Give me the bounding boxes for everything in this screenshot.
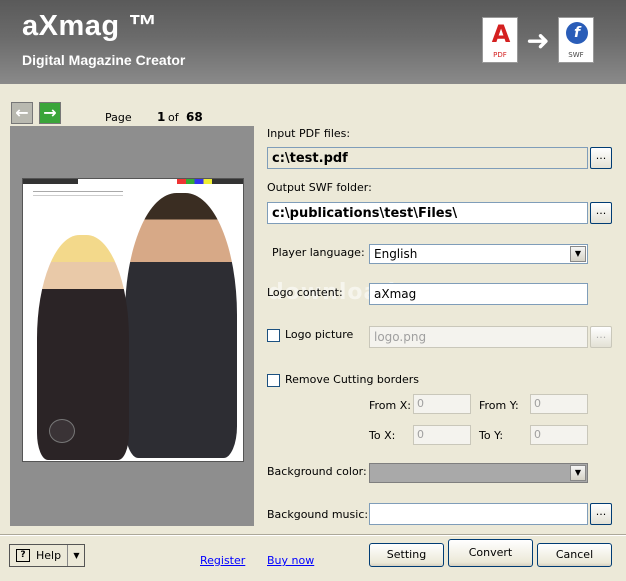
help-label: Help [36,549,62,562]
remove-cutting-checkbox[interactable] [267,374,280,387]
chevron-down-icon[interactable]: ▼ [67,545,85,566]
arrow-right-icon: ➜ [526,24,550,57]
to-y-field[interactable]: 0 [530,425,588,445]
buy-now-link[interactable]: Buy now [267,554,314,567]
from-y-field[interactable]: 0 [530,394,588,414]
logo-picture-label: Logo picture [285,328,354,341]
page-label: Page [105,111,132,124]
swf-icon-label: SWF [568,51,584,59]
from-x-field[interactable]: 0 [413,394,471,414]
swf-file-icon: f SWF [558,17,594,63]
logo-content-label: Logo content: [267,286,343,299]
logo-content-field[interactable]: aXmag [369,283,588,305]
next-page-button[interactable]: → [39,102,61,124]
remove-cutting-label: Remove Cutting borders [285,373,419,386]
background-music-label: Backgound music: [267,508,369,521]
logo-picture-field[interactable]: logo.png [369,326,588,348]
setting-button[interactable]: Setting [369,543,444,567]
to-x-label: To X: [369,429,396,442]
app-header: aXmag ™ Digital Magazine Creator A PDF ➜… [0,0,626,84]
page-thumbnail [22,178,244,462]
thumbnail-figure-man [125,193,237,458]
cancel-button[interactable]: Cancel [537,543,612,567]
background-music-browse-button[interactable]: ... [590,503,612,525]
logo-picture-checkbox[interactable] [267,329,280,342]
current-page-number: 1 [157,110,166,124]
background-music-field[interactable] [369,503,588,525]
player-language-label: Player language: [272,246,365,259]
previous-page-button[interactable]: ← [11,102,33,124]
help-icon: ? [16,549,30,562]
player-language-select[interactable]: English ▼ [369,244,588,264]
input-pdf-browse-button[interactable]: ... [590,147,612,169]
background-color-label: Background color: [267,465,367,478]
input-pdf-field[interactable]: c:\test.pdf [267,147,588,169]
to-y-label: To Y: [479,429,504,442]
page-of-label: of [168,111,179,124]
output-swf-field[interactable]: c:\publications\test\Files\ [267,202,588,224]
from-x-label: From X: [369,399,411,412]
pdf-file-icon: A PDF [482,17,518,63]
total-pages: 68 [186,110,203,124]
thumbnail-logo [49,419,75,443]
output-swf-label: Output SWF folder: [267,181,372,194]
logo-picture-browse-button[interactable]: ... [590,326,612,348]
to-x-field[interactable]: 0 [413,425,471,445]
page-preview-panel [10,126,254,526]
chevron-down-icon[interactable]: ▼ [570,246,586,262]
input-pdf-label: Input PDF files: [267,127,351,140]
background-color-select[interactable]: ▼ [369,463,588,483]
pdf-icon-label: PDF [493,51,507,59]
convert-button[interactable]: Convert [448,539,533,567]
output-swf-browse-button[interactable]: ... [590,202,612,224]
app-title: aXmag ™ [22,10,158,42]
from-y-label: From Y: [479,399,519,412]
app-subtitle: Digital Magazine Creator [22,52,186,68]
help-button[interactable]: ? Help ▼ [9,544,85,567]
register-link[interactable]: Register [200,554,245,567]
player-language-value: English [374,247,418,261]
chevron-down-icon[interactable]: ▼ [570,465,586,481]
